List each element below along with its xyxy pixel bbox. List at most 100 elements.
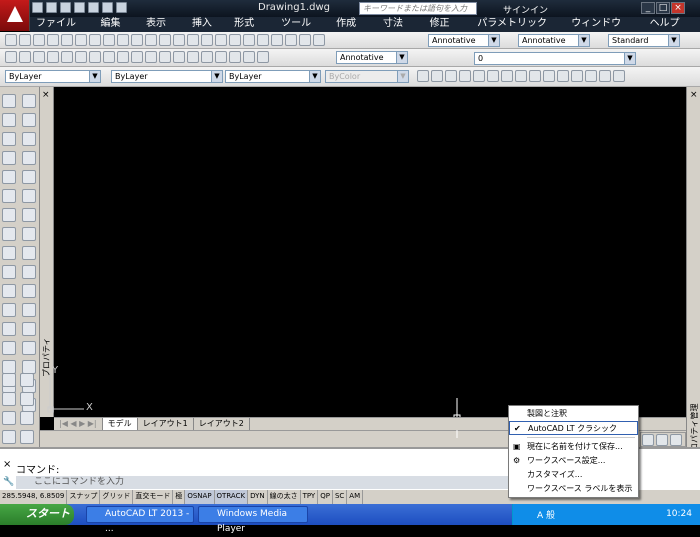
close-icon[interactable]: × [3, 459, 11, 470]
tool-palettes-icon[interactable] [257, 34, 269, 46]
otrack-toggle[interactable]: OTRACK [214, 490, 249, 504]
copy-icon[interactable] [2, 113, 16, 127]
rectangle-icon[interactable] [22, 170, 36, 184]
markup-icon[interactable] [285, 34, 297, 46]
stretch-icon[interactable] [2, 246, 16, 260]
pan-icon[interactable] [173, 34, 185, 46]
lineweight-select[interactable]: ByLayer ▼ [225, 70, 321, 83]
move-icon[interactable] [2, 189, 16, 203]
baseline-icon[interactable] [131, 51, 143, 63]
undo-icon[interactable] [145, 34, 157, 46]
match-properties-icon[interactable] [131, 34, 143, 46]
menu-help[interactable]: ヘルプ(H) [644, 17, 700, 43]
osnap-apparent-icon[interactable] [459, 70, 471, 82]
plot-icon[interactable] [47, 34, 59, 46]
tab-nav-arrows[interactable]: |◀ ◀ ▶ ▶| [54, 418, 103, 430]
restore-button[interactable]: □ [656, 2, 670, 14]
break-icon[interactable] [2, 303, 16, 317]
task-media-player[interactable]: Windows Media Player [198, 506, 308, 534]
dim-edit-icon[interactable] [243, 51, 255, 63]
search-input[interactable]: キーワードまたは語句を入力 [359, 2, 477, 15]
tab-layout2[interactable]: レイアウト2 [194, 418, 250, 430]
find-text-icon[interactable] [2, 411, 16, 425]
ordinate-icon[interactable] [47, 51, 59, 63]
menu-item-lt-classic[interactable]: ✔ AutoCAD LT クラシック [509, 421, 638, 435]
redo-icon[interactable] [116, 2, 127, 13]
new-icon[interactable] [5, 34, 17, 46]
jogged-linear-icon[interactable] [229, 51, 241, 63]
chamfer-icon[interactable] [2, 341, 16, 355]
start-button[interactable]: スタート [0, 504, 74, 525]
menu-item-drafting[interactable]: 製図と注釈 [509, 407, 638, 421]
osnap-nearest-icon[interactable] [585, 70, 597, 82]
array-icon[interactable] [2, 170, 16, 184]
diameter-icon[interactable] [89, 51, 101, 63]
jogged-icon[interactable] [75, 51, 87, 63]
center-mark-icon[interactable] [201, 51, 213, 63]
signin-button[interactable]: サインイン [503, 3, 548, 16]
menu-file[interactable]: ファイル(F) [30, 17, 95, 43]
redo-icon[interactable] [159, 34, 171, 46]
menu-item-show-label[interactable]: ワークスペース ラベルを表示 [509, 482, 638, 496]
menu-item-save-as[interactable]: ▣ 現在に名前を付けて保存... [509, 440, 638, 454]
osnap-tangent-icon[interactable] [515, 70, 527, 82]
open-icon[interactable] [46, 2, 57, 13]
minimize-button[interactable]: _ [641, 2, 655, 14]
menu-format[interactable]: 形式(O) [228, 17, 275, 43]
linetype-select[interactable]: ByLayer ▼ [111, 70, 223, 83]
spellcheck-icon[interactable] [2, 430, 16, 444]
qp-toggle[interactable]: QP [318, 490, 333, 504]
edit-text-icon[interactable] [20, 411, 34, 425]
calculator-icon[interactable] [299, 34, 311, 46]
ortho-toggle[interactable]: 直交モード [133, 490, 174, 504]
menu-modify[interactable]: 修正(M) [424, 17, 472, 43]
ellipse-arc-icon[interactable] [22, 284, 36, 298]
close-button[interactable]: × [671, 2, 685, 14]
osnap-midpoint-icon[interactable] [431, 70, 443, 82]
osnap-center-icon[interactable] [487, 70, 499, 82]
line-icon[interactable] [22, 94, 36, 108]
arc-length-icon[interactable] [33, 51, 45, 63]
drawing-canvas[interactable] [54, 87, 686, 417]
osnap-intersection-icon[interactable] [445, 70, 457, 82]
color-select[interactable]: ByLayer ▼ [5, 70, 101, 83]
snap-toggle[interactable]: スナップ [67, 490, 101, 504]
publish-icon[interactable] [75, 34, 87, 46]
ellipse-icon[interactable] [22, 265, 36, 279]
plotstyle-select[interactable]: ByColor ▼ [325, 70, 409, 83]
osnap-quadrant-icon[interactable] [501, 70, 513, 82]
arc-icon[interactable] [22, 189, 36, 203]
tab-model[interactable]: モデル [102, 418, 138, 430]
isolate-icon[interactable] [670, 434, 682, 446]
spline-icon[interactable] [22, 246, 36, 260]
osnap-none-icon[interactable] [599, 70, 611, 82]
mleader-style-select[interactable]: Annotative ▼ [336, 51, 408, 64]
insert-block-icon[interactable] [22, 303, 36, 317]
tpy-toggle[interactable]: TPY [301, 490, 319, 504]
am-toggle[interactable]: AM [347, 490, 364, 504]
menu-view[interactable]: 表示(V) [140, 17, 186, 43]
zoom-window-icon[interactable] [201, 34, 213, 46]
undo-icon[interactable] [102, 2, 113, 13]
preview-icon[interactable] [61, 34, 73, 46]
app-menu-button[interactable] [0, 0, 30, 31]
properties-icon[interactable] [229, 34, 241, 46]
linear-dim-icon[interactable] [5, 51, 17, 63]
osnap-toggle[interactable]: OSNAP [185, 490, 215, 504]
text-style-select[interactable]: Annotative ▼ [428, 34, 500, 47]
circle-icon[interactable] [22, 208, 36, 222]
cut-icon[interactable] [89, 34, 101, 46]
scale-icon[interactable] [2, 227, 16, 241]
menu-item-workspace-settings[interactable]: ⚙ ワークスペース設定... [509, 454, 638, 468]
point-icon[interactable] [22, 322, 36, 336]
osnap-node-icon[interactable] [571, 70, 583, 82]
help-icon[interactable] [313, 34, 325, 46]
layer-select[interactable]: 0 ▼ [474, 52, 636, 65]
menu-insert[interactable]: 挿入(I) [186, 17, 228, 43]
polygon-icon[interactable] [22, 151, 36, 165]
angular-icon[interactable] [103, 51, 115, 63]
dyn-toggle[interactable]: DYN [248, 490, 268, 504]
hatch-icon[interactable] [22, 341, 36, 355]
osnap-insert-icon[interactable] [557, 70, 569, 82]
tab-layout1[interactable]: レイアウト1 [138, 418, 194, 430]
